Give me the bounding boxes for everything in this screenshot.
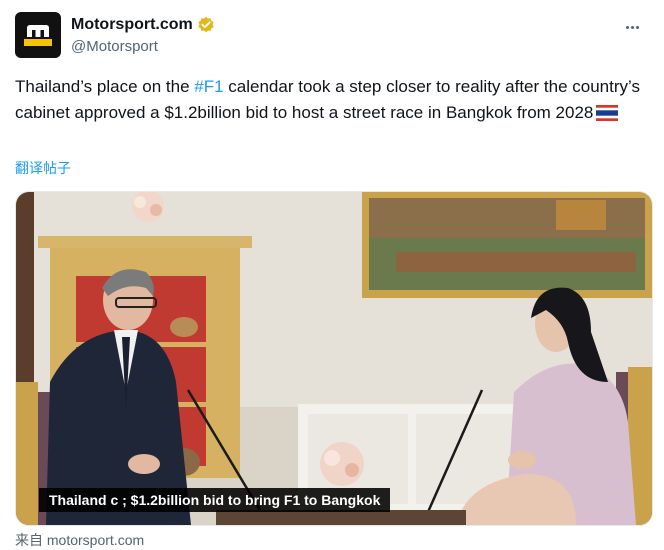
verified-badge-icon[interactable] [197, 16, 215, 34]
thailand-flag-icon [596, 105, 619, 121]
meeting-photo [16, 192, 652, 525]
translate-post-link[interactable]: 翻译帖子 [15, 158, 71, 178]
more-options-icon[interactable] [625, 16, 647, 32]
hashtag-link[interactable]: #F1 [194, 77, 223, 96]
tweet-text: Thailand’s place on the #F1 calendar too… [15, 74, 645, 126]
motorsport-logo-icon [24, 25, 52, 46]
link-card-image[interactable]: Thailand c ; $1.2billion bid to bring F1… [15, 191, 653, 526]
tweet-header: Motorsport.com @Motorsport [15, 12, 649, 60]
link-card-source[interactable]: 来自 motorsport.com [15, 530, 144, 550]
account-handle[interactable]: @Motorsport [71, 38, 215, 55]
account-avatar[interactable] [15, 12, 61, 58]
display-name[interactable]: Motorsport.com [71, 16, 193, 34]
tweet-text-part: Thailand’s place on the [15, 77, 195, 96]
link-card-caption[interactable]: Thailand c ; $1.2billion bid to bring F1… [39, 488, 391, 512]
